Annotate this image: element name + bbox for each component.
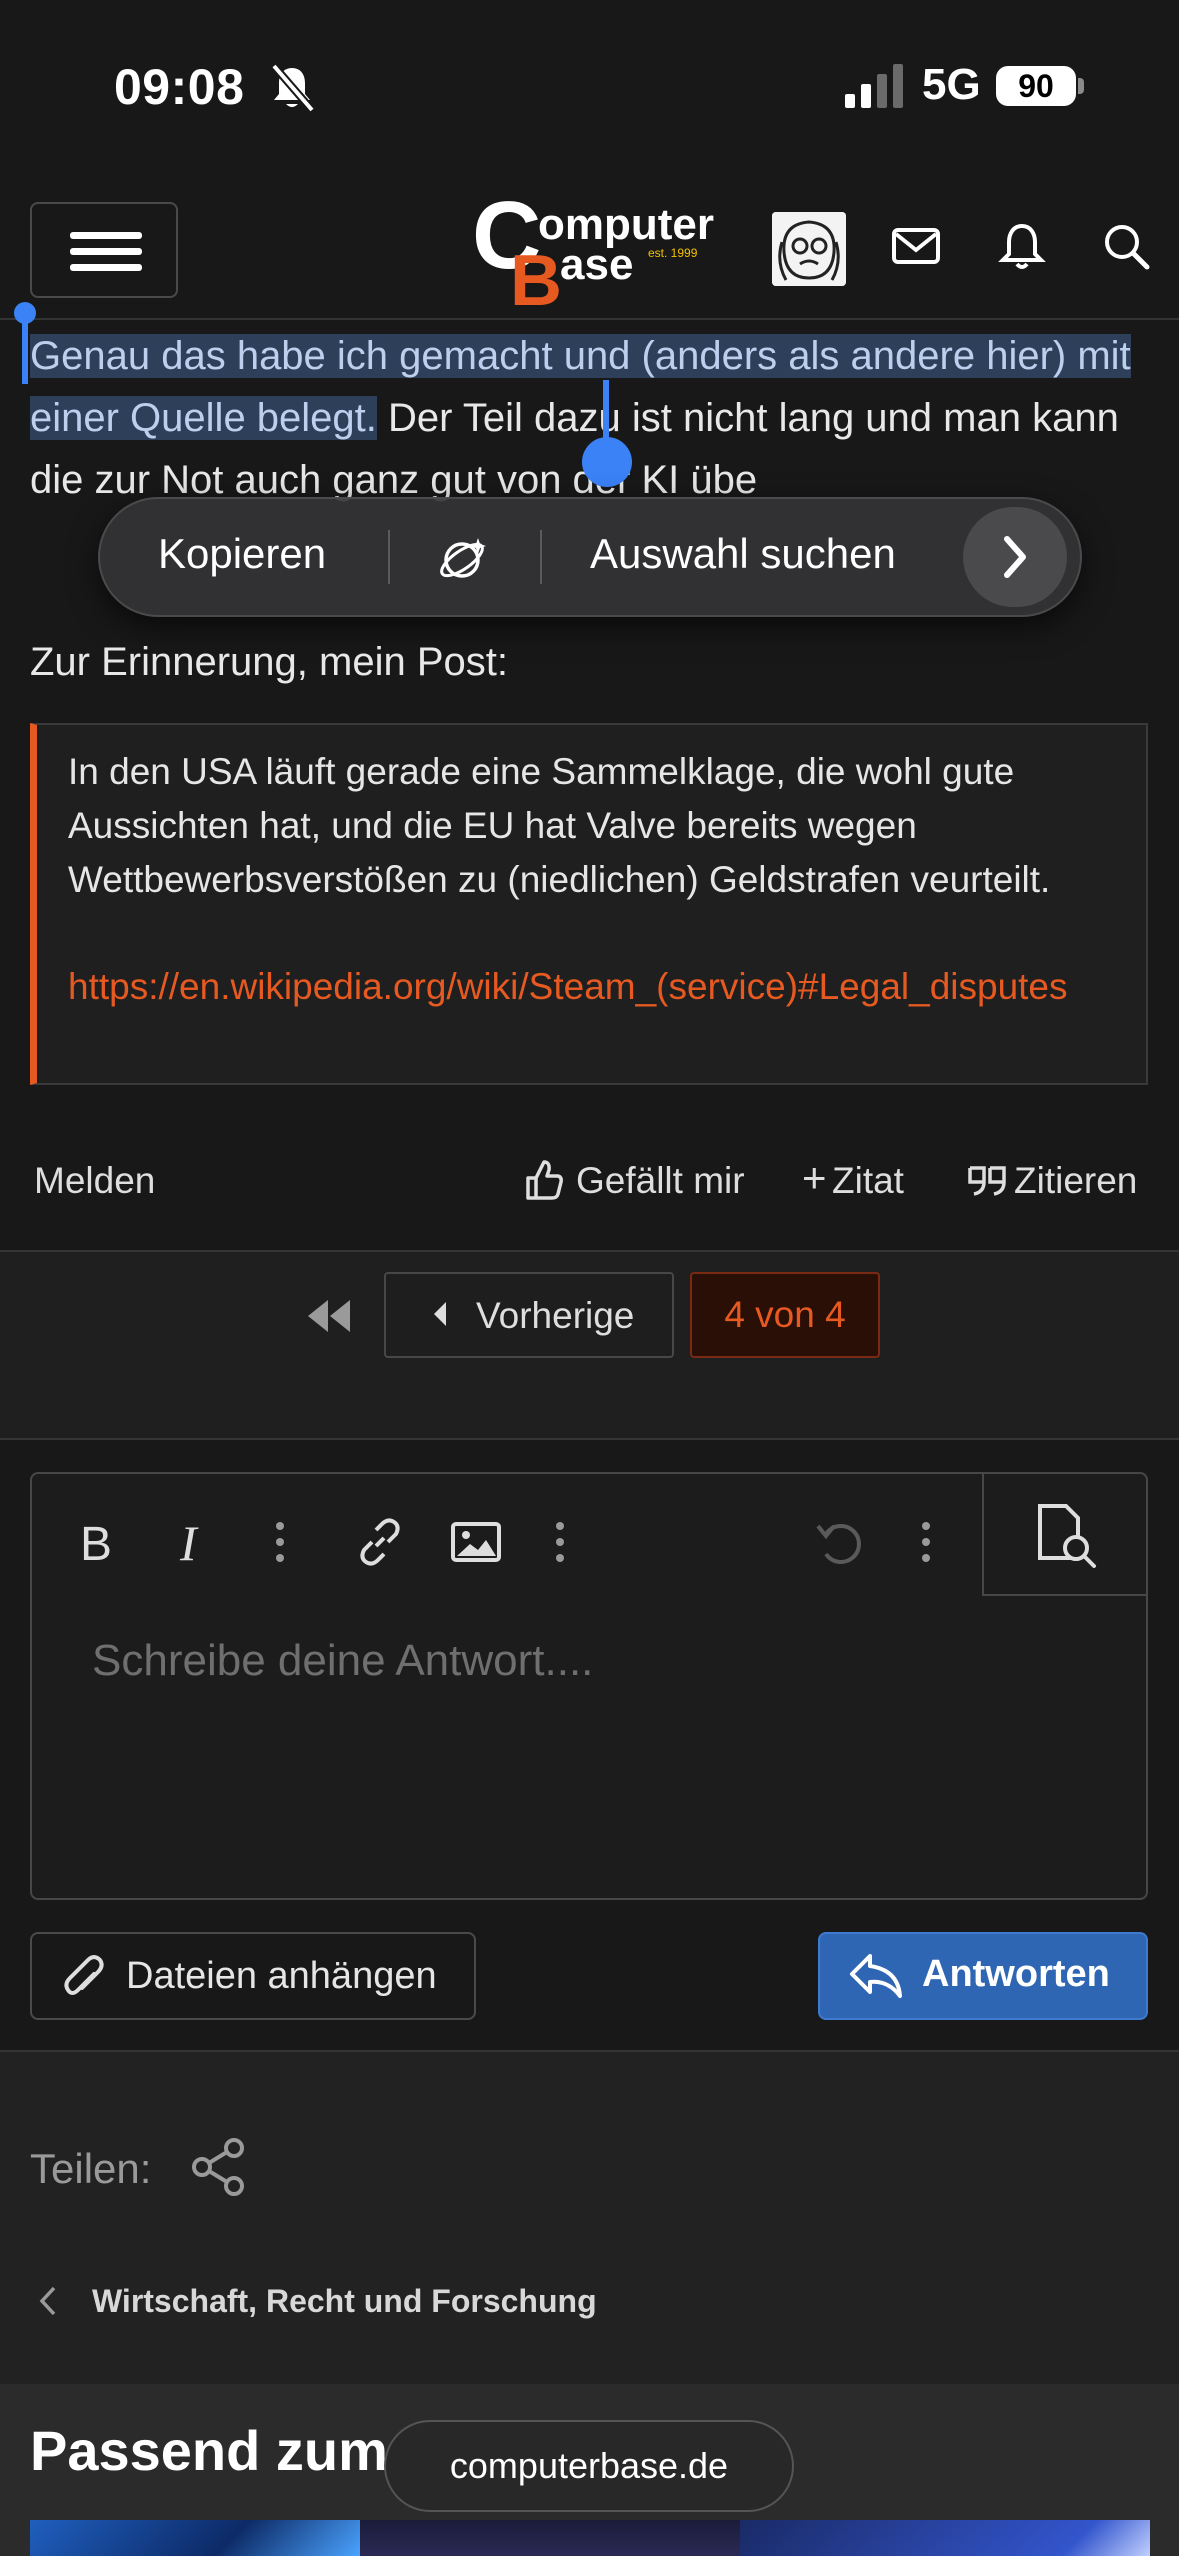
report-link[interactable]: Melden — [34, 1160, 155, 1202]
selection-end-handle[interactable] — [582, 437, 632, 487]
reply-label: Antworten — [922, 1953, 1110, 1995]
status-time: 09:08 — [114, 59, 245, 115]
related-thumbnail[interactable] — [360, 2520, 740, 2556]
notifications-bell-icon[interactable] — [996, 220, 1048, 272]
italic-icon[interactable]: I — [168, 1514, 224, 1570]
paperclip-icon — [64, 1955, 104, 1995]
search-icon[interactable] — [1100, 220, 1152, 272]
more-vertical-icon[interactable] — [532, 1514, 588, 1570]
more-options-button[interactable] — [963, 507, 1067, 607]
quote-link[interactable]: https://en.wikipedia.org/wiki/Steam_(ser… — [68, 960, 1128, 1014]
share-label: Teilen: — [30, 2145, 152, 2192]
link-icon[interactable] — [352, 1514, 408, 1570]
share-icon[interactable] — [190, 2136, 250, 2198]
plus-icon[interactable]: + — [802, 1154, 827, 1202]
first-page-icon[interactable] — [304, 1296, 354, 1336]
caret-left-icon — [434, 1302, 446, 1326]
battery-cap — [1078, 78, 1084, 94]
related-title: Passend zum — [30, 2419, 388, 2482]
copy-button[interactable]: Kopieren — [158, 530, 326, 578]
mail-icon[interactable] — [890, 220, 942, 272]
undo-icon[interactable] — [812, 1514, 868, 1570]
chevron-left-icon[interactable] — [36, 2284, 60, 2318]
svg-text:I: I — [179, 1515, 199, 1570]
chevron-right-icon — [1004, 536, 1026, 578]
quote-text: In den USA läuft gerade eine Sammelklage… — [68, 751, 1051, 900]
browser-url-bar[interactable]: computerbase.de — [384, 2420, 794, 2512]
previous-page-label: Vorherige — [476, 1295, 635, 1336]
page-indicator[interactable]: 4 von 4 — [690, 1272, 880, 1358]
search-selection-button[interactable]: Auswahl suchen — [590, 530, 896, 578]
more-vertical-icon[interactable] — [252, 1514, 308, 1570]
thread-footer — [0, 2052, 1179, 2384]
breadcrumb[interactable]: Wirtschaft, Recht und Forschung — [92, 2283, 597, 2320]
preview-icon — [1038, 1504, 1096, 1568]
image-icon[interactable] — [448, 1514, 504, 1570]
add-quote-button[interactable]: Zitat — [832, 1160, 904, 1202]
bell-muted-icon — [270, 63, 316, 113]
menu-separator — [540, 530, 542, 584]
quote-button[interactable]: Zitieren — [1014, 1160, 1137, 1202]
more-vertical-icon[interactable] — [898, 1514, 954, 1570]
reply-placeholder: Schreibe deine Antwort.... — [92, 1636, 594, 1685]
network-type: 5G — [922, 60, 981, 109]
thumbs-up-icon[interactable] — [524, 1158, 564, 1202]
attach-files-label: Dateien anhängen — [126, 1955, 437, 1997]
related-thumbnail[interactable] — [740, 2520, 1150, 2556]
battery-indicator: 90 — [996, 66, 1076, 106]
menu-button[interactable] — [30, 202, 178, 298]
cellular-signal-icon — [845, 64, 903, 108]
user-avatar[interactable] — [772, 212, 846, 286]
selection-start-caret — [22, 314, 28, 384]
reply-icon — [850, 1954, 902, 1998]
like-button[interactable]: Gefällt mir — [576, 1160, 745, 1202]
preview-button[interactable] — [982, 1472, 1148, 1596]
related-thumbnail[interactable] — [30, 2520, 360, 2556]
svg-text:B: B — [80, 1518, 112, 1570]
menu-separator — [388, 530, 390, 584]
reminder-text: Zur Erinnerung, mein Post: — [30, 640, 508, 684]
writing-tools-icon[interactable] — [432, 532, 492, 588]
svg-text:B: B — [510, 241, 562, 310]
logo-est: est. 1999 — [648, 246, 698, 260]
logo-text-bottom: ase — [560, 240, 634, 289]
quote-icon[interactable] — [966, 1164, 1010, 1196]
bold-icon[interactable]: B — [72, 1514, 128, 1570]
avatar-image — [772, 212, 846, 286]
